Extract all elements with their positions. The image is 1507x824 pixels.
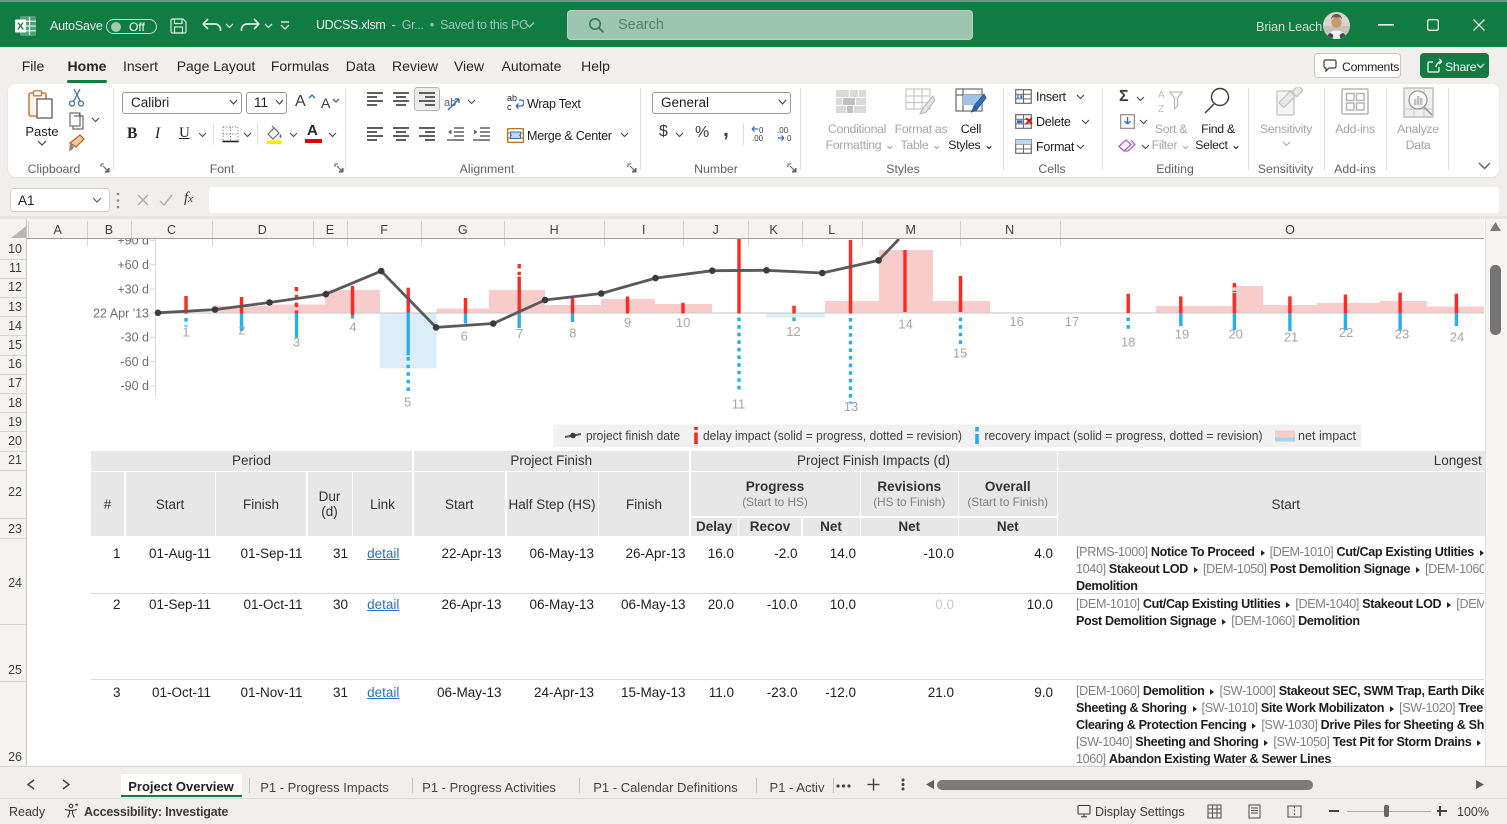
svg-text:-30 d: -30 d [121, 331, 150, 345]
svg-text:2: 2 [238, 322, 245, 337]
svg-text:Z: Z [1158, 104, 1164, 114]
svg-text:11: 11 [732, 397, 746, 412]
svg-text:21: 21 [1284, 329, 1298, 344]
svg-text:23: 23 [1395, 327, 1409, 342]
svg-text:14: 14 [898, 317, 912, 332]
svg-text:7: 7 [516, 326, 523, 341]
svg-text:22 Apr '13: 22 Apr '13 [93, 306, 149, 320]
svg-text:c: c [507, 102, 512, 111]
svg-text:1: 1 [182, 324, 189, 339]
svg-text:15: 15 [953, 346, 967, 361]
svg-text:3: 3 [293, 335, 300, 350]
svg-text:8: 8 [569, 325, 576, 340]
svg-text:20: 20 [1228, 327, 1242, 342]
svg-text:18: 18 [1121, 334, 1135, 349]
svg-text:5: 5 [404, 395, 411, 410]
svg-text:6: 6 [461, 328, 468, 343]
svg-text:net impact: net impact [1298, 428, 1356, 443]
svg-text:project finish date: project finish date [586, 428, 680, 443]
svg-text:10: 10 [676, 315, 690, 330]
svg-text:22: 22 [1339, 325, 1353, 340]
svg-text:19: 19 [1175, 327, 1189, 342]
svg-text:.00: .00 [752, 134, 764, 143]
svg-text:-60 d: -60 d [121, 355, 150, 369]
svg-text:+90 d: +90 d [117, 239, 149, 248]
svg-text:A: A [1158, 90, 1165, 101]
svg-text:recovery impact (solid = progr: recovery impact (solid = progress, dotte… [985, 428, 1263, 443]
svg-text:17: 17 [1065, 314, 1079, 329]
svg-text:X: X [17, 21, 24, 33]
svg-text:13: 13 [844, 399, 858, 414]
svg-text:+60 d: +60 d [117, 258, 149, 272]
svg-text:9: 9 [624, 315, 631, 330]
svg-text:12: 12 [786, 324, 800, 339]
svg-text:16: 16 [1009, 314, 1023, 329]
svg-text:delay impact (solid = progress: delay impact (solid = progress, dotted =… [703, 428, 962, 443]
svg-text:24: 24 [1450, 329, 1464, 344]
svg-text:0: 0 [787, 134, 792, 143]
svg-text:4: 4 [349, 319, 356, 334]
svg-text:+30 d: +30 d [117, 282, 149, 296]
svg-text:-90 d: -90 d [121, 379, 150, 393]
